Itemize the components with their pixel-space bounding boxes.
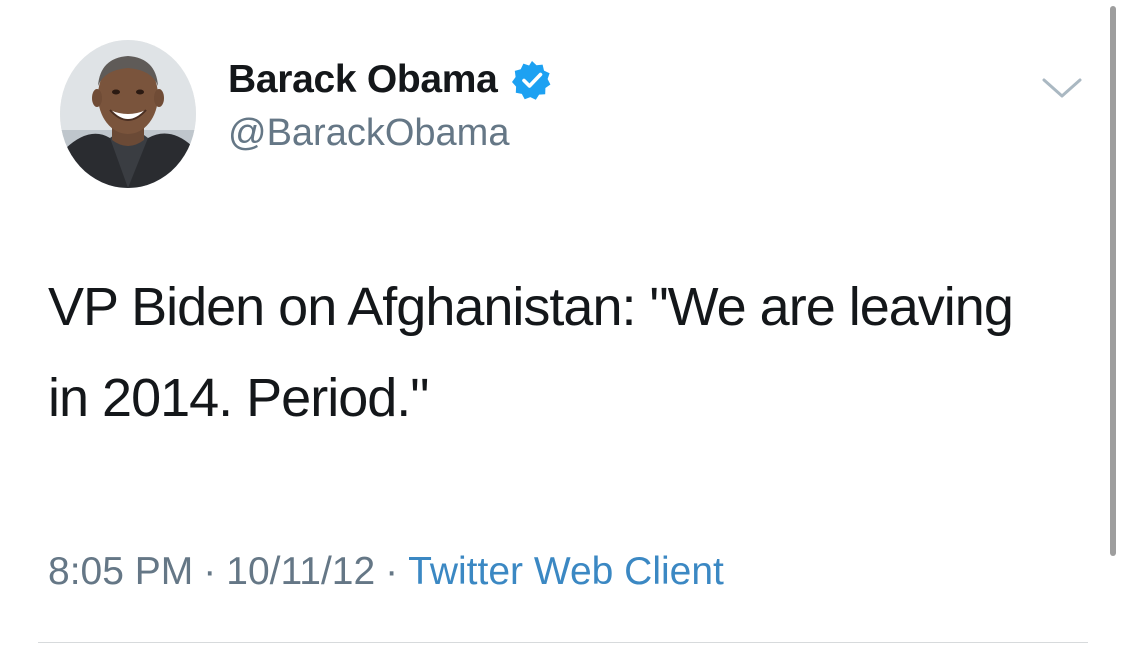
user-handle[interactable]: @BarackObama — [228, 112, 509, 155]
scrollbar[interactable] — [1110, 6, 1116, 556]
separator: · — [385, 550, 399, 593]
tweet-card: Barack Obama @BarackObama VP Biden on Af… — [0, 0, 1125, 645]
user-name-row: Barack Obama — [228, 55, 552, 105]
separator: · — [203, 550, 217, 593]
avatar-photo — [60, 40, 196, 188]
avatar[interactable] — [60, 40, 196, 188]
tweet-metadata: 8:05 PM · 10/11/12 · Twitter Web Client — [48, 550, 724, 594]
divider — [38, 642, 1088, 643]
tweet-source-link[interactable]: Twitter Web Client — [408, 550, 724, 593]
tweet-time: 8:05 PM — [48, 550, 194, 593]
chevron-down-icon[interactable] — [1040, 72, 1084, 102]
tweet-date: 10/11/12 — [226, 550, 376, 593]
verified-badge-icon — [511, 60, 552, 100]
display-name[interactable]: Barack Obama — [228, 58, 498, 102]
tweet-text: VP Biden on Afghanistan: "We are leaving… — [48, 277, 1014, 428]
